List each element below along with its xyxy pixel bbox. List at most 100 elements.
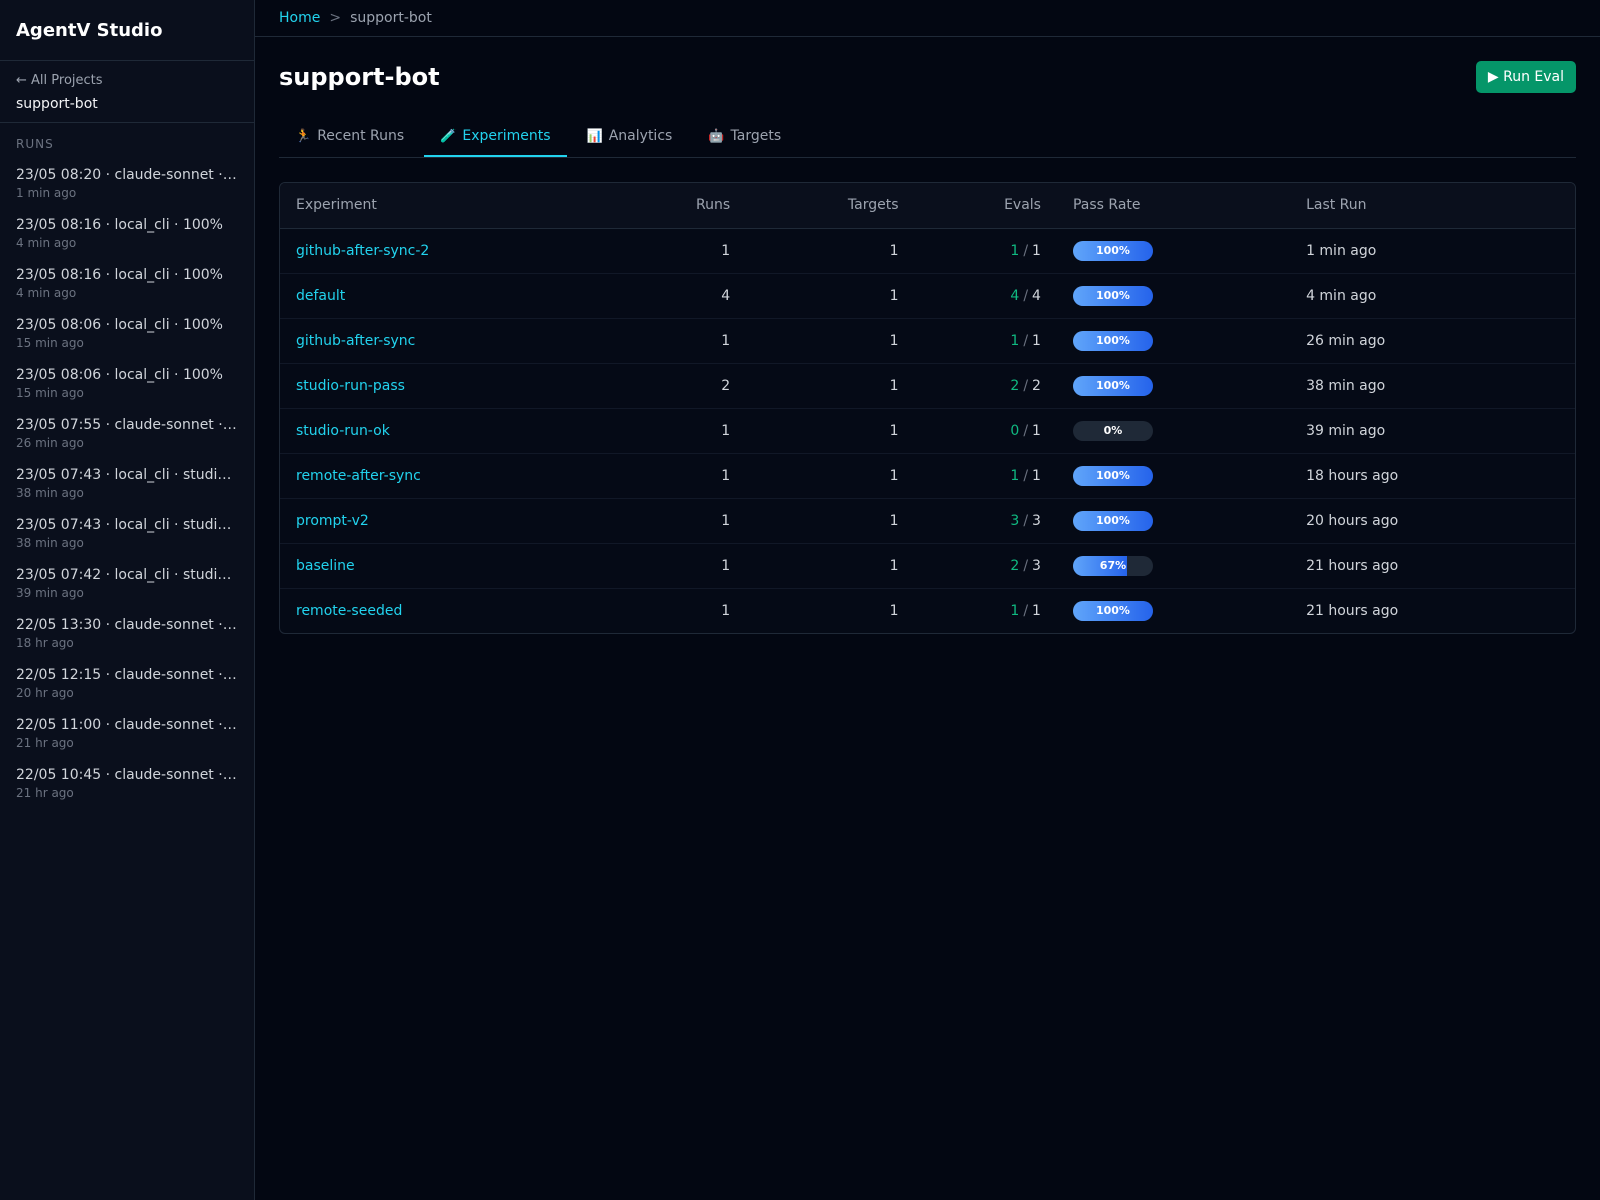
project-block: ← All Projects support-bot [0, 61, 254, 123]
bar-chart-icon: 📊 [586, 128, 603, 144]
experiment-link[interactable]: studio-run-ok [296, 423, 390, 439]
run-list-item[interactable]: 23/05 07:43 · local_cli · studio-run-pas… [0, 509, 254, 559]
run-list-item[interactable]: 22/05 10:45 · claude-sonnet · 100% 21 hr … [0, 759, 254, 809]
run-title: 22/05 10:45 · claude-sonnet · 100% [16, 767, 238, 783]
run-time: 21 hr ago [16, 786, 74, 800]
pass-rate-cell: 0% [1056, 408, 1291, 454]
runs-cell: 1 [616, 453, 747, 499]
last-run-cell: 18 hours ago [1290, 453, 1575, 499]
tab-label: Recent Runs [317, 128, 405, 144]
targets-cell: 1 [889, 602, 899, 619]
run-list-item[interactable]: 23/05 08:16 · local_cli · 100% 4 min ago [0, 209, 254, 259]
evals-cell: 0/1 [914, 408, 1057, 454]
pass-rate-bar: 100% [1072, 330, 1153, 351]
run-title: 23/05 08:06 · local_cli · 100% [16, 367, 223, 383]
table-row[interactable]: remote-seeded 1 1 1/1 100% 21 hours ago [280, 588, 1575, 633]
col-experiment[interactable]: Experiment [280, 183, 617, 229]
run-time: 15 min ago [16, 336, 84, 350]
pass-rate-label: 67% [1099, 559, 1127, 572]
run-list-item[interactable]: 23/05 08:16 · local_cli · 100% 4 min ago [0, 259, 254, 309]
run-list-item[interactable]: 22/05 13:30 · claude-sonnet · 100% 18 hr … [0, 609, 254, 659]
evals-passed: 2 [1010, 557, 1020, 574]
evals-cell: 2/2 [914, 363, 1057, 409]
evals-cell: 3/3 [914, 498, 1057, 544]
experiment-link[interactable]: github-after-sync [296, 333, 415, 349]
evals-separator: / [1023, 422, 1029, 439]
all-projects-link[interactable]: ← All Projects [16, 73, 238, 88]
evals-passed: 3 [1010, 512, 1020, 529]
page-title: support-bot [279, 63, 440, 91]
tab-recent-runs[interactable]: 🏃 Recent Runs [279, 117, 420, 157]
run-list-item[interactable]: 23/05 08:06 · local_cli · 100% 15 min ago [0, 359, 254, 409]
col-runs[interactable]: Runs [616, 183, 747, 229]
run-eval-button[interactable]: ▶ Run Eval [1475, 61, 1576, 93]
run-list-item[interactable]: 22/05 11:00 · claude-sonnet · 67% 21 hr a… [0, 709, 254, 759]
project-name: support-bot [16, 96, 98, 112]
breadcrumb-current: support-bot [350, 10, 432, 26]
run-title: 23/05 07:43 · local_cli · studio-run-pas… [16, 517, 238, 533]
tab-experiments[interactable]: 🧪 Experiments [424, 117, 567, 157]
tab-targets[interactable]: 🤖 Targets [692, 117, 797, 157]
experiment-link[interactable]: default [296, 288, 345, 304]
pass-rate-label: 100% [1095, 514, 1130, 527]
evals-passed: 0 [1010, 422, 1020, 439]
table-row[interactable]: github-after-sync-2 1 1 1/1 100% 1 min ago [280, 228, 1575, 274]
run-list-item[interactable]: 23/05 07:55 · claude-sonnet · 100% 26 min… [0, 409, 254, 459]
pass-rate-cell: 100% [1056, 228, 1291, 274]
run-time: 38 min ago [16, 536, 84, 550]
pass-rate-label: 0% [1103, 424, 1123, 437]
table-row[interactable]: baseline 1 1 2/3 67% 21 hours ago [280, 543, 1575, 589]
targets-cell: 1 [746, 318, 915, 364]
last-run-cell: 1 min ago [1290, 228, 1575, 274]
evals-cell: 2/3 [914, 543, 1057, 589]
runs-cell: 1 [616, 408, 747, 454]
pass-rate-label: 100% [1095, 604, 1130, 618]
experiment-link[interactable]: baseline [296, 558, 355, 574]
experiment-link[interactable]: remote-seeded [296, 603, 402, 619]
tab-analytics[interactable]: 📊 Analytics [571, 117, 689, 157]
experiment-link[interactable]: remote-after-sync [296, 468, 421, 484]
brand-title: AgentV Studio [0, 0, 254, 61]
col-last-run[interactable]: Last Run [1290, 183, 1575, 229]
evals-total: 1 [1032, 242, 1041, 259]
pass-rate-bar: 0% [1072, 420, 1153, 441]
experiment-link[interactable]: github-after-sync-2 [296, 243, 429, 259]
pass-rate-bar: 67% [1072, 555, 1153, 576]
run-title: 23/05 07:43 · local_cli · studio-run-pas… [16, 467, 238, 483]
breadcrumb-home[interactable]: Home [279, 10, 320, 26]
evals-total: 1 [1032, 602, 1041, 619]
run-time: 1 min ago [16, 186, 77, 200]
run-title: 22/05 13:30 · claude-sonnet · 100% [16, 617, 238, 633]
pass-rate-cell: 100% [1056, 453, 1291, 499]
pass-rate-bar: 100% [1072, 240, 1153, 261]
run-time: 38 min ago [16, 486, 84, 500]
table-row[interactable]: prompt-v2 1 1 3/3 100% 20 hours ago [280, 498, 1575, 544]
runs-cell: 1 [616, 543, 747, 589]
breadcrumb-separator: > [329, 10, 342, 26]
test-tube-icon: 🧪 [440, 128, 457, 144]
evals-total: 2 [1032, 377, 1041, 394]
table-row[interactable]: studio-run-ok 1 1 0/1 0% 39 min ago [280, 408, 1575, 454]
pass-rate-bar: 100% [1072, 600, 1153, 621]
col-pass-rate[interactable]: Pass Rate [1056, 183, 1291, 229]
run-list-item[interactable]: 23/05 07:42 · local_cli · studio-run-ok 3… [0, 559, 254, 609]
table-row[interactable]: remote-after-sync 1 1 1/1 100% 18 hours ago [280, 453, 1575, 499]
experiments-table: Experiment Runs Targets Evals Pass Rate … [279, 182, 1576, 634]
run-list-item[interactable]: 23/05 08:20 · claude-sonnet · 100% 1 min … [0, 159, 254, 209]
pass-rate-cell: 100% [1056, 318, 1291, 364]
experiment-link[interactable]: studio-run-pass [296, 378, 405, 394]
evals-cell: 4/4 [914, 273, 1057, 319]
col-evals[interactable]: Evals [914, 183, 1057, 229]
table-row[interactable]: github-after-sync 1 1 1/1 100% 26 min ago [280, 318, 1575, 364]
evals-passed: 1 [1010, 242, 1020, 259]
run-list-item[interactable]: 22/05 12:15 · claude-sonnet · 100% 20 hr … [0, 659, 254, 709]
last-run-cell: 38 min ago [1290, 363, 1575, 409]
run-time: 18 hr ago [16, 636, 74, 650]
col-targets[interactable]: Targets [746, 183, 915, 229]
experiment-link[interactable]: prompt-v2 [296, 513, 369, 529]
table-row[interactable]: default 4 1 4/4 100% 4 min ago [280, 273, 1575, 319]
table-row[interactable]: studio-run-pass 2 1 2/2 100% 38 min ago [280, 363, 1575, 409]
run-list-item[interactable]: 23/05 08:06 · local_cli · 100% 15 min ago [0, 309, 254, 359]
run-list-item[interactable]: 23/05 07:43 · local_cli · studio-run-pas… [0, 459, 254, 509]
evals-total: 1 [1032, 422, 1041, 439]
